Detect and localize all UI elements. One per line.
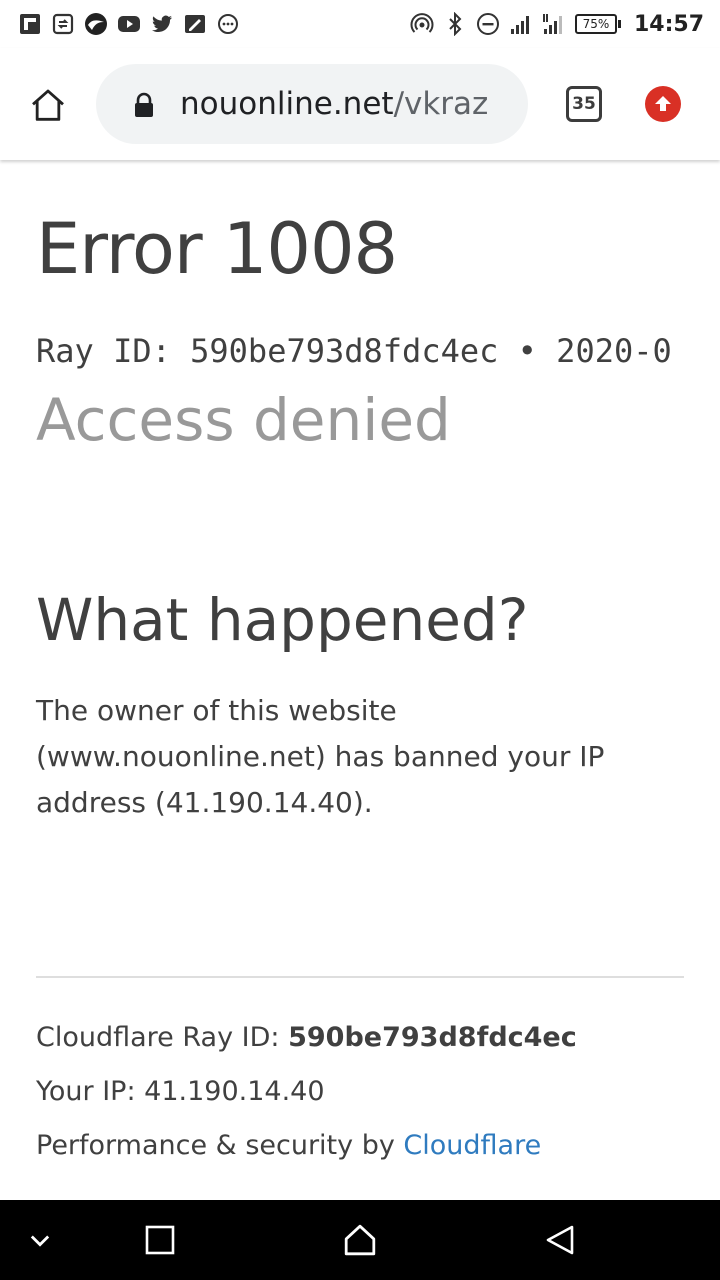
home-icon [32,89,64,121]
triangle-back-icon [546,1225,574,1255]
browser-toolbar: nouonline.net/vkraz 35 [0,48,720,160]
bluetooth-icon [443,12,467,36]
footer-ray-value: 590be793d8fdc4ec [288,1022,577,1053]
footer-ray-label: Cloudflare Ray ID: [36,1022,289,1053]
do-not-disturb-icon [476,12,500,36]
hotspot-icon [410,12,434,36]
divider [36,976,684,978]
tab-switcher-button[interactable]: 35 [566,86,602,122]
explanation-text: The owner of this website (www.nouonline… [36,694,605,819]
clock: 14:57 [633,11,704,37]
home-button[interactable] [24,82,72,130]
footer-ray-id: Cloudflare Ray ID: 590be793d8fdc4ec [36,1022,577,1053]
url-path: /vkraz [393,86,489,122]
error-subtitle: Access denied [36,386,451,454]
back-button[interactable] [536,1216,584,1264]
recents-button[interactable] [136,1216,184,1264]
footer-perf-label: Performance & security by [36,1130,404,1161]
footer-performance: Performance & security by Cloudflare [36,1130,541,1161]
section-heading: What happened? [36,586,529,654]
chat-bubble-icon [216,12,240,36]
flipboard-icon [18,12,42,36]
address-bar[interactable]: nouonline.net/vkraz [96,64,528,144]
wave-app-icon [84,12,108,36]
footer-ip: Your IP: 41.190.14.40 [36,1076,325,1107]
signal-2-icon [542,12,566,36]
square-icon [145,1225,175,1255]
battery-level: 75% [574,14,617,34]
home-nav-button[interactable] [336,1216,384,1264]
battery-tip [617,20,621,28]
error-title: Error 1008 [36,208,398,290]
sync-app-icon [51,12,75,36]
ray-id-line: Ray ID: 590be793d8fdc4ec • 2020-0 [36,332,672,370]
battery-indicator: 75% [574,14,621,34]
page-content: Error 1008 Ray ID: 590be793d8fdc4ec • 20… [0,160,720,1200]
url-text[interactable]: nouonline.net/vkraz [180,84,510,124]
update-button[interactable] [645,86,681,122]
signal-icon [509,12,533,36]
status-bar: 75% 14:57 [0,0,720,48]
notes-app-icon [183,12,207,36]
arrow-up-icon [655,96,671,111]
system-icons: 75% 14:57 [410,10,704,38]
twitter-icon [150,12,174,36]
lock-icon [135,92,153,117]
notification-icons [18,10,240,38]
youtube-icon [117,12,141,36]
nav-collapse-button[interactable] [16,1216,64,1264]
footer-ip-label: Your IP: [36,1076,145,1107]
chevron-down-icon [30,1235,50,1247]
url-host: nouonline.net [180,86,394,122]
navigation-bar [0,1200,720,1280]
cloudflare-link[interactable]: Cloudflare [403,1130,541,1161]
footer-ip-value: 41.190.14.40 [144,1076,325,1107]
home-outline-icon [344,1224,376,1256]
